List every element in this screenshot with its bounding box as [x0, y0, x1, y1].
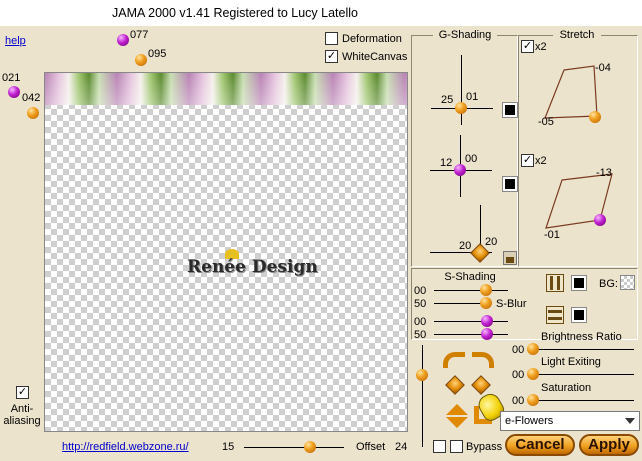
arrow-up-icon[interactable] — [446, 404, 468, 415]
fill-pattern-icon[interactable] — [503, 251, 517, 265]
slider-knob-042[interactable] — [27, 107, 39, 119]
g-shading-title: G-Shading — [433, 29, 497, 41]
s-blur-knob[interactable] — [480, 297, 492, 309]
stretch-v4: -01 — [544, 229, 560, 241]
arrow-down-icon[interactable] — [446, 417, 468, 428]
offset-knob[interactable] — [304, 441, 316, 453]
light-exiting-knob[interactable] — [527, 368, 539, 380]
g-shading-color-1[interactable] — [502, 102, 518, 118]
horizontal-bars-icon[interactable] — [546, 306, 564, 324]
s-track-2 — [434, 303, 484, 304]
g-shading-v4: 00 — [465, 153, 478, 165]
stretch-v1: -04 — [595, 62, 611, 74]
light-exiting-label: Light Exiting — [541, 356, 601, 368]
saturation-track — [530, 400, 634, 401]
offset-track — [244, 447, 344, 448]
url-link[interactable]: http://redfield.webzone.ru/ — [62, 441, 189, 453]
light-exiting-value: 00 — [512, 369, 525, 381]
saturation-knob[interactable] — [527, 394, 539, 406]
watermark-logo: Renée Design — [187, 249, 318, 279]
g-shading-panel — [411, 35, 518, 267]
brightness-knob[interactable] — [527, 343, 539, 355]
checkbox-left[interactable] — [433, 440, 446, 453]
s-shading-title: S-Shading — [444, 271, 496, 283]
brightness-ratio-label: Brightness Ratio — [541, 331, 622, 343]
preview-canvas[interactable]: Renée Design — [44, 72, 408, 432]
s-shading-row-4: 50 — [414, 329, 427, 341]
s-shading-knob-1[interactable] — [480, 284, 492, 296]
g-crosshair-1-v — [461, 55, 462, 125]
window-title: JAMA 2000 v1.41 Registered to Lucy Latel… — [112, 6, 358, 20]
saturation-value: 00 — [512, 395, 525, 407]
frame-border-preview — [45, 73, 407, 105]
deformation-label: Deformation — [342, 33, 402, 45]
s-track-3 — [434, 321, 508, 322]
preset-select[interactable]: e-Flowers — [500, 411, 640, 431]
stretch-v2: -05 — [538, 116, 554, 128]
slider-knob-021[interactable] — [8, 86, 20, 98]
offset-value: 24 — [395, 441, 408, 453]
help-link[interactable]: help — [5, 35, 26, 47]
s-shading-color-2[interactable] — [571, 307, 587, 323]
watermark-text: Renée Design — [187, 257, 318, 277]
preset-select-value: e-Flowers — [505, 415, 554, 427]
stretch-v3: -13 — [596, 167, 612, 179]
brightness-ratio-value: 00 — [512, 344, 525, 356]
stretch-knob-1[interactable] — [589, 111, 601, 123]
slider-value-042: 042 — [22, 92, 41, 104]
rotate-left-icon[interactable] — [443, 352, 465, 368]
vertical-slider-knob[interactable] — [416, 369, 428, 381]
vertical-track — [422, 345, 423, 447]
move-dots-icon-2[interactable] — [471, 375, 491, 395]
move-dots-icon-1[interactable] — [445, 375, 465, 395]
anti-aliasing-checkbox[interactable]: ✓ — [16, 386, 29, 399]
bg-transparent-swatch[interactable] — [620, 275, 635, 290]
slider-value-021: 021 — [2, 72, 21, 84]
brightness-track — [530, 349, 634, 350]
bg-label: BG: — [599, 278, 618, 290]
offset-label: Offset — [356, 441, 386, 453]
light-track — [530, 374, 634, 375]
anti-aliasing-label-2: aliasing — [3, 415, 41, 427]
slider-value-077: 077 — [130, 29, 149, 41]
stretch-knob-2[interactable] — [594, 214, 606, 226]
g-shading-v2: 01 — [466, 91, 479, 103]
bypass-checkbox[interactable] — [450, 440, 463, 453]
whitecanvas-checkbox[interactable]: ✓ — [325, 50, 338, 63]
s-track-1 — [434, 290, 508, 291]
anti-aliasing-label-1: Anti- — [10, 403, 34, 415]
s-shading-knob-3[interactable] — [481, 315, 493, 327]
whitecanvas-label: WhiteCanvas — [342, 51, 408, 63]
rotate-right-icon[interactable] — [472, 352, 494, 368]
chevron-down-icon[interactable] — [625, 418, 635, 424]
s-shading-row-3: 00 — [414, 316, 427, 328]
stretch-quads — [544, 65, 613, 229]
g-shading-knob-2[interactable] — [454, 164, 466, 176]
s-blur-label: S-Blur — [496, 298, 527, 310]
slider-knob-077[interactable] — [117, 34, 129, 46]
g-shading-v5: 20 — [459, 240, 472, 252]
g-shading-knob-1[interactable] — [455, 102, 467, 114]
s-shading-row-2: 50 — [414, 298, 427, 310]
g-shading-v3: 12 — [440, 157, 453, 169]
slider-value-095: 095 — [148, 48, 167, 60]
cancel-button[interactable]: Cancel — [505, 434, 575, 456]
offset-min: 15 — [222, 441, 235, 453]
g-shading-v1: 25 — [441, 94, 454, 106]
bypass-label: Bypass — [466, 441, 503, 453]
s-shading-row-1: 00 — [414, 285, 427, 297]
s-shading-color-1[interactable] — [571, 275, 587, 291]
apply-button[interactable]: Apply — [579, 434, 639, 456]
stretch-title: Stretch — [553, 29, 601, 41]
slider-knob-095[interactable] — [135, 54, 147, 66]
g-shading-color-2[interactable] — [502, 176, 518, 192]
g-shading-v6: 20 — [485, 236, 498, 248]
title-bar: JAMA 2000 v1.41 Registered to Lucy Latel… — [0, 0, 642, 26]
s-shading-knob-4[interactable] — [481, 328, 493, 340]
saturation-label: Saturation — [541, 382, 592, 394]
deformation-checkbox[interactable] — [325, 32, 338, 45]
vertical-bars-icon[interactable] — [546, 274, 564, 292]
s-track-4 — [434, 334, 508, 335]
